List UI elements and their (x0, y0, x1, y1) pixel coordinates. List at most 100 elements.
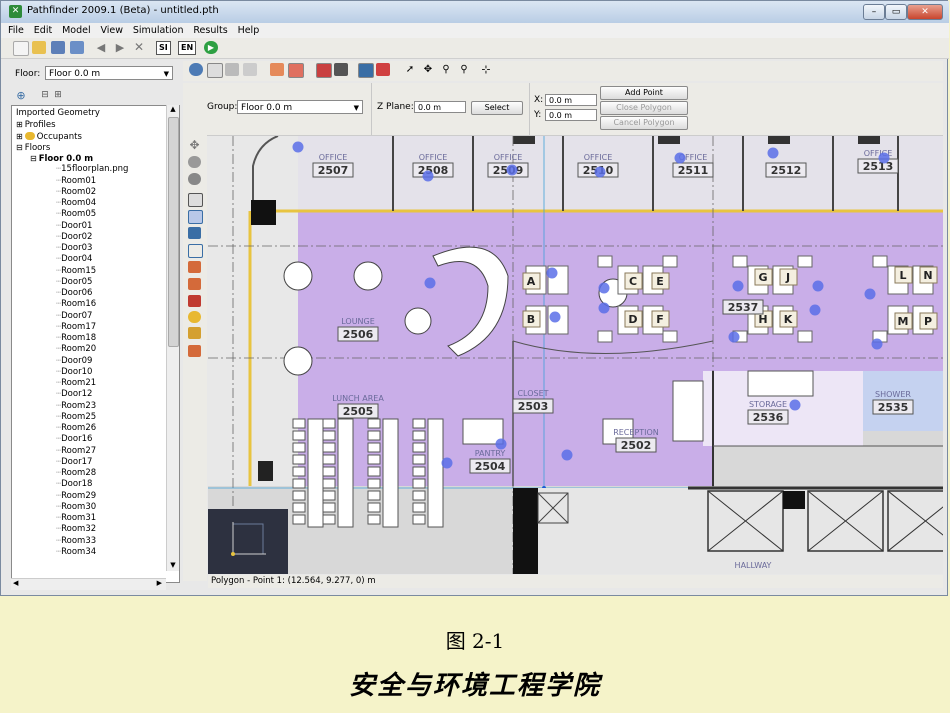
cancel-polygon-button[interactable]: Cancel Polygon (600, 116, 688, 130)
add-occupant-icon[interactable] (188, 311, 201, 323)
expand-node-icon[interactable]: ⊞ (16, 120, 23, 129)
draw-polygon-icon[interactable] (188, 193, 203, 207)
tree-item[interactable]: Imported Geometry (16, 108, 100, 119)
tree-item[interactable]: ┄Door04 (56, 254, 92, 265)
menu-simulation[interactable]: Simulation (133, 23, 184, 38)
tree-item[interactable]: ┄Room18 (56, 333, 96, 344)
zplane-input[interactable]: 0.0 m (414, 101, 466, 113)
tree-item[interactable]: ┄Door05 (56, 277, 92, 288)
tree-item[interactable]: ┄Door01 (56, 221, 92, 232)
tree-item[interactable]: ┄Door06 (56, 288, 92, 299)
y-coordinate-input[interactable]: 0.0 m (545, 109, 597, 121)
menu-help[interactable]: Help (238, 23, 260, 38)
tree-item[interactable]: ┄Door12 (56, 389, 92, 400)
display-option-icon[interactable] (334, 63, 348, 76)
collapse-all-icon[interactable]: ⊟ (38, 89, 52, 102)
tree-item[interactable]: ┄15floorplan.png (56, 164, 128, 175)
view-mode-icon[interactable] (243, 63, 257, 76)
tree-item[interactable]: ┄Door09 (56, 356, 92, 367)
tree-scroll-thumb[interactable] (168, 117, 179, 347)
tree-item[interactable]: ┄Room30 (56, 502, 96, 513)
draw-rectangle-icon[interactable] (188, 210, 203, 224)
close-polygon-button[interactable]: Close Polygon (600, 101, 688, 115)
pan-icon[interactable]: ✥ (421, 63, 435, 76)
delete-icon[interactable]: ✕ (132, 41, 146, 54)
tree-item[interactable]: ┄Room29 (56, 491, 96, 502)
occupant-group-icon[interactable] (188, 327, 201, 339)
x-coordinate-input[interactable]: 0.0 m (545, 94, 597, 106)
view-mode-icon[interactable] (207, 63, 223, 78)
expand-node-icon[interactable]: ⊞ (16, 132, 23, 141)
tree-item[interactable]: ┄Door16 (56, 434, 92, 445)
tree-item[interactable]: ┄Room25 (56, 412, 96, 423)
open-folder-icon[interactable] (32, 41, 46, 54)
move-icon[interactable]: ✥ (188, 139, 201, 151)
tree-item[interactable]: ┄Door03 (56, 243, 92, 254)
camera-icon[interactable] (376, 63, 390, 76)
floor-selector[interactable]: Floor 0.0 m ▼ (45, 66, 173, 80)
tree-item[interactable]: ⊞ Occupants (16, 131, 82, 142)
draw-door-icon[interactable] (188, 244, 203, 258)
profile-icon[interactable] (188, 345, 201, 357)
si-units-button[interactable]: SI (156, 41, 171, 55)
scroll-down-arrow-icon[interactable]: ▼ (168, 561, 178, 571)
zoom-icon[interactable]: ⚲ (439, 63, 453, 76)
tree-item[interactable]: ┄Room27 (56, 446, 96, 457)
menu-results[interactable]: Results (193, 23, 227, 38)
undo-icon[interactable]: ◀ (94, 41, 108, 54)
floorplan-canvas[interactable]: A B C E D F G J H K L N M P OFFICE 2507 OFFICE 2508 OFFICE… (208, 136, 943, 574)
tree-item[interactable]: ┄Room15 (56, 266, 96, 277)
stairs-icon[interactable] (188, 261, 201, 273)
zoom-box-icon[interactable]: ⚲ (457, 63, 471, 76)
maximize-button[interactable]: ▭ (885, 4, 907, 20)
scroll-left-arrow-icon[interactable]: ◀ (13, 579, 18, 587)
display-option-icon[interactable] (316, 63, 332, 78)
tree-item[interactable]: ┄Room02 (56, 187, 96, 198)
menu-model[interactable]: Model (62, 23, 91, 38)
collapse-node-icon[interactable]: ⊟ (16, 143, 23, 152)
view-filter-icon[interactable] (189, 63, 203, 76)
select-pointer-icon[interactable]: ➚ (403, 63, 417, 76)
save-icon[interactable] (51, 41, 65, 54)
tree-item[interactable]: ┄Room17 (56, 322, 96, 333)
tree-item[interactable]: ┄Door18 (56, 479, 92, 490)
close-button[interactable]: ✕ (907, 4, 943, 20)
tree-item[interactable]: ┄Room26 (56, 423, 96, 434)
tree-item[interactable]: ┄Room20 (56, 344, 96, 355)
menu-file[interactable]: File (8, 23, 24, 38)
group-selector[interactable]: Floor 0.0 m ▼ (237, 100, 363, 114)
tree-item[interactable]: ┄Room21 (56, 378, 96, 389)
menu-edit[interactable]: Edit (34, 23, 52, 38)
minimize-button[interactable]: – (863, 4, 885, 20)
tree-item[interactable]: ┄Room28 (56, 468, 96, 479)
stairs-icon[interactable] (188, 278, 201, 290)
collapse-node-icon[interactable]: ⊟ (30, 154, 37, 163)
tree-vertical-scrollbar[interactable]: ▲ ▼ (166, 105, 179, 571)
navigation-tree-icon[interactable]: ⊕ (14, 89, 28, 102)
run-simulation-icon[interactable]: ▶ (204, 41, 218, 54)
scroll-up-arrow-icon[interactable]: ▲ (168, 105, 178, 115)
menu-view[interactable]: View (100, 23, 123, 38)
select-button[interactable]: Select (471, 101, 523, 115)
orbit-icon[interactable] (188, 173, 201, 185)
tree-item[interactable]: ┄Door10 (56, 367, 92, 378)
render-mode-icon[interactable] (288, 63, 304, 78)
tree-item[interactable]: ┄Door02 (56, 232, 92, 243)
redo-icon[interactable]: ▶ (113, 41, 127, 54)
new-file-icon[interactable] (13, 41, 29, 56)
tree-item[interactable]: ⊟ Floor 0.0 m (30, 153, 93, 164)
tree-item[interactable]: ┄Room31 (56, 513, 96, 524)
tree-item[interactable]: ┄Door07 (56, 311, 92, 322)
tree-item[interactable]: ┄Room01 (56, 176, 96, 187)
measure-icon[interactable]: ⊹ (479, 63, 493, 76)
en-units-button[interactable]: EN (178, 41, 197, 55)
tree-item[interactable]: ⊞ Profiles (16, 119, 56, 130)
exit-icon[interactable] (188, 295, 201, 307)
expand-all-icon[interactable]: ⊞ (51, 89, 65, 102)
rotate-icon[interactable] (188, 156, 201, 168)
draw-wall-icon[interactable] (188, 227, 201, 239)
view-mode-icon[interactable] (225, 63, 239, 76)
tree-item[interactable]: ┄Door17 (56, 457, 92, 468)
tree-item[interactable]: ┄Room32 (56, 524, 96, 535)
tree-item[interactable]: ┄Room33 (56, 536, 96, 547)
